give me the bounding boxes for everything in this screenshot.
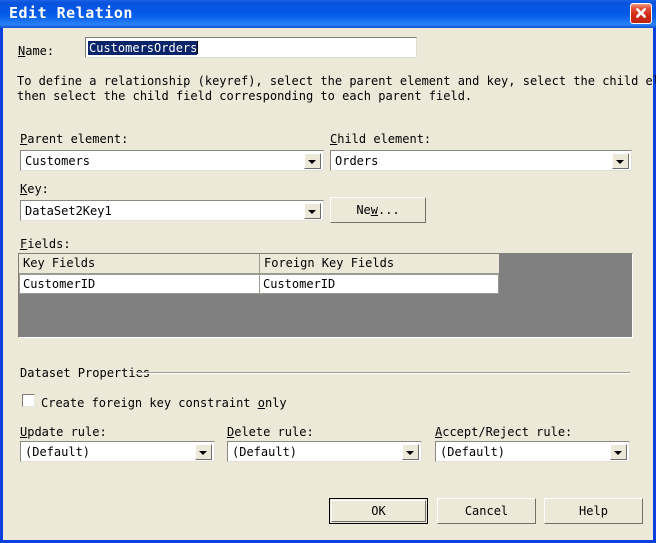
checkbox-label-a: Create foreign key constraint <box>41 396 258 410</box>
close-button[interactable] <box>630 3 652 24</box>
chevron-down-icon[interactable] <box>402 444 419 460</box>
chevron-down-icon[interactable] <box>612 153 629 169</box>
chevron-down-icon[interactable] <box>304 153 321 169</box>
update-rule-label: Update rule: <box>20 425 107 439</box>
fields-grid-header: Key Fields Foreign Key Fields <box>19 254 499 274</box>
accept-reject-rule-label: Accept/Reject rule: <box>435 425 573 439</box>
window-title: Edit Relation <box>9 4 133 22</box>
parent-element-combo[interactable]: Customers <box>20 150 324 171</box>
accept-reject-rule-value: (Default) <box>440 445 506 459</box>
help-button-label: Help <box>579 504 608 518</box>
create-foreign-key-constraint-only-label: Create foreign key constraint only <box>41 396 287 410</box>
create-foreign-key-constraint-only-checkbox[interactable] <box>22 394 35 407</box>
new-key-button-label: New... <box>356 203 400 217</box>
description-line-2: then select the child field correspondin… <box>17 89 473 103</box>
delete-rule-label: Delete rule: <box>227 425 314 439</box>
description-line-1: To define a relationship (keyref), selec… <box>17 74 656 88</box>
fields-grid[interactable]: Key Fields Foreign Key Fields CustomerID… <box>18 253 633 338</box>
relation-name-value: CustomersOrders <box>88 41 198 55</box>
text-caret <box>197 41 199 54</box>
fields-label: Fields: <box>20 237 71 251</box>
edit-relation-dialog: Edit Relation Name: CustomersOrders To d… <box>0 0 656 543</box>
relation-name-input[interactable]: CustomersOrders <box>85 37 417 58</box>
dialog-client-area: Name: CustomersOrders To define a relati… <box>3 28 656 540</box>
key-label-rest: ey: <box>27 182 49 196</box>
name-label: Name: <box>18 44 55 58</box>
parent-element-label-rest: arent element: <box>27 132 129 146</box>
checkbox-label-b: nly <box>264 396 287 410</box>
key-combo[interactable]: DataSet2Key1 <box>20 200 324 221</box>
update-rule-label-rest: pdate rule: <box>27 425 107 439</box>
chevron-down-icon[interactable] <box>610 444 627 460</box>
help-button[interactable]: Help <box>544 498 643 524</box>
ok-button[interactable]: OK <box>329 498 428 524</box>
column-header-key-fields[interactable]: Key Fields <box>19 254 259 273</box>
accept-reject-rule-label-rest: ccept/Reject rule: <box>442 425 573 439</box>
cancel-button[interactable]: Cancel <box>437 498 536 524</box>
parent-element-value: Customers <box>25 154 91 168</box>
cell-key-field: CustomerID <box>23 277 96 291</box>
chevron-down-icon[interactable] <box>304 203 321 219</box>
child-element-label: Child element: <box>330 132 432 146</box>
parent-element-label: Parent element: <box>20 132 129 146</box>
child-element-value: Orders <box>335 154 379 168</box>
new-key-button[interactable]: New... <box>330 197 426 223</box>
cell-foreign-key-field: CustomerID <box>263 277 336 291</box>
close-icon <box>636 8 646 18</box>
key-value: DataSet2Key1 <box>25 204 112 218</box>
accept-reject-rule-combo[interactable]: (Default) <box>435 441 630 462</box>
column-header-foreign-key-fields[interactable]: Foreign Key Fields <box>260 254 499 273</box>
fields-label-rest: ields: <box>27 237 71 251</box>
delete-rule-label-rest: elete rule: <box>234 425 314 439</box>
child-element-combo[interactable]: Orders <box>330 150 632 171</box>
update-rule-value: (Default) <box>25 445 91 459</box>
delete-rule-value: (Default) <box>232 445 298 459</box>
name-label-rest: ame: <box>25 44 55 58</box>
cancel-button-label: Cancel <box>464 504 509 518</box>
delete-rule-combo[interactable]: (Default) <box>227 441 422 462</box>
key-label: Key: <box>20 182 49 196</box>
dataset-properties-group-label: Dataset Properties <box>20 366 151 380</box>
title-bar: Edit Relation <box>0 0 656 28</box>
dataset-properties-group-line <box>136 372 630 374</box>
relation-name-value-wrap: CustomersOrders <box>88 41 199 55</box>
update-rule-combo[interactable]: (Default) <box>20 441 215 462</box>
table-row[interactable]: CustomerID CustomerID <box>19 274 499 294</box>
chevron-down-icon[interactable] <box>195 444 212 460</box>
ok-button-label: OK <box>371 504 386 518</box>
child-element-label-rest: hild element: <box>337 132 432 146</box>
